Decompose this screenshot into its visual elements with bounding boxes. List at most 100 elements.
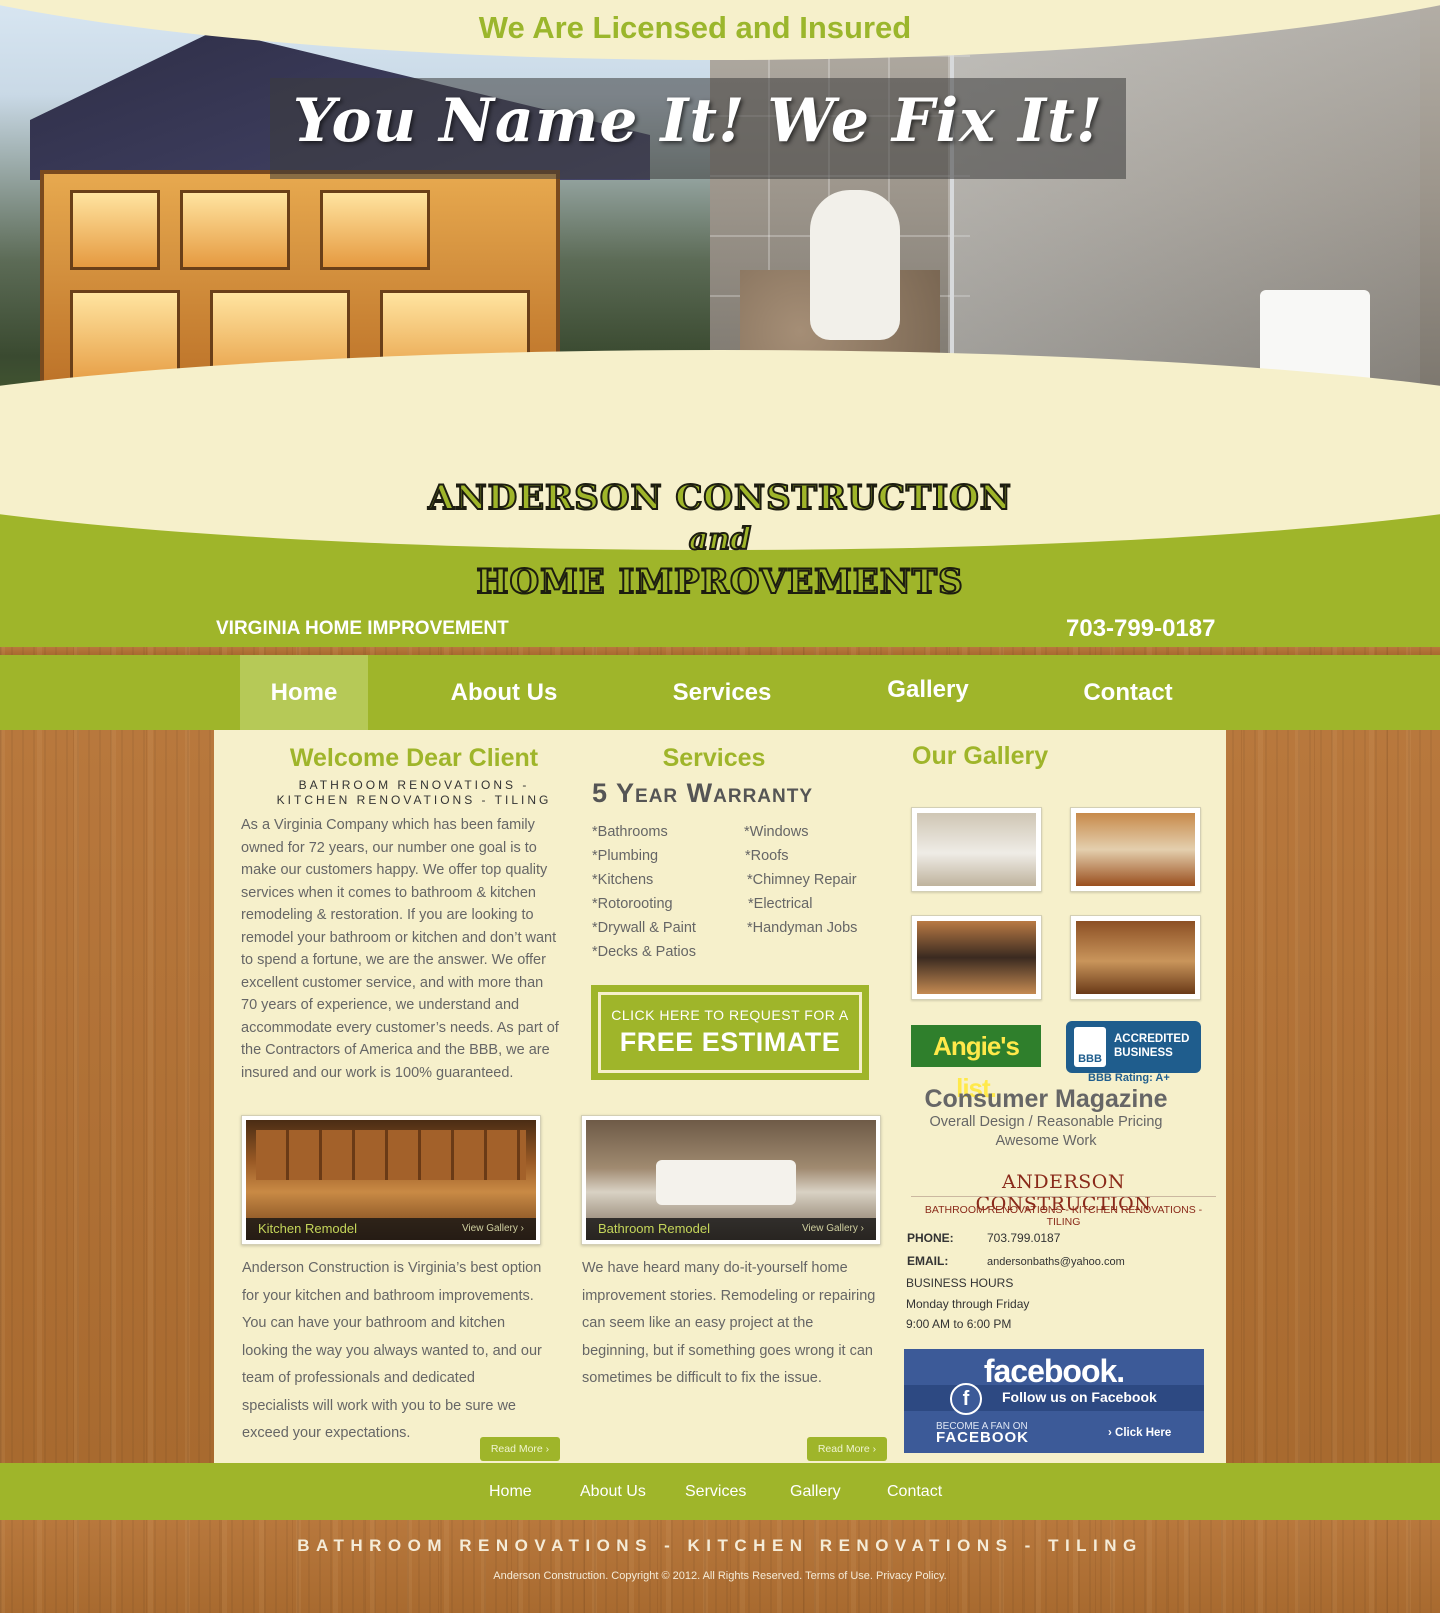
welcome-subtitle-line: KITCHEN RENOVATIONS - TILING — [276, 793, 552, 807]
house-window — [180, 190, 290, 270]
nav-contact[interactable]: Contact — [1060, 655, 1196, 730]
region-label: VIRGINIA HOME IMPROVEMENT — [216, 618, 509, 639]
content-panel: Welcome Dear Client BATHROOM RENOVATIONS… — [214, 730, 1226, 1463]
footer-nav-contact[interactable]: Contact — [887, 1463, 942, 1520]
bbb-text: ACCREDITED BUSINESS — [1114, 1032, 1189, 1060]
wood-divider — [0, 647, 1440, 655]
gallery-thumb-image — [1076, 921, 1195, 994]
free-estimate-frame: CLICK HERE TO REQUEST FOR A FREE ESTIMAT… — [598, 992, 862, 1073]
bathroom-view-gallery-link[interactable]: View Gallery › — [802, 1218, 864, 1240]
gallery-thumb-kitchen-island[interactable] — [1070, 807, 1201, 892]
header: We Are Licensed and Insured You Name It!… — [0, 0, 1440, 650]
service-item: *Handyman Jobs — [747, 920, 858, 936]
kitchen-remodel-text: Anderson Construction is Virginia’s best… — [242, 1260, 542, 1441]
bathroom-read-more-button[interactable]: Read More › — [807, 1437, 887, 1461]
license-headline: We Are Licensed and Insured — [478, 10, 912, 45]
welcome-title: Welcome Dear Client — [289, 744, 539, 772]
services-title: Services — [662, 744, 766, 772]
facebook-click-here[interactable]: › Click Here — [1108, 1427, 1171, 1439]
main-nav: Home About Us Services Gallery Contact — [0, 655, 1440, 730]
facebook-follow-text: Follow us on Facebook — [1002, 1389, 1157, 1405]
bbb-accredited-badge[interactable]: BBB ACCREDITED BUSINESS — [1066, 1021, 1201, 1073]
phone-label: PHONE: — [907, 1231, 954, 1245]
contact-card-divider — [911, 1196, 1216, 1197]
business-hours-days: Monday through Friday — [906, 1297, 1030, 1311]
facebook-follow-banner[interactable]: facebook. f Follow us on Facebook BECOME… — [904, 1349, 1204, 1453]
facebook-become-fan: BECOME A FAN ON FACEBOOK — [936, 1421, 1029, 1445]
service-item: *Drywall & Paint — [592, 920, 696, 936]
contact-phone[interactable]: 703.799.0187 — [987, 1231, 1060, 1245]
header-phone[interactable]: 703-799-0187 — [1066, 615, 1215, 643]
bathroom-remodel-card[interactable]: Bathroom Remodel View Gallery › — [581, 1115, 881, 1245]
angies-list-badge[interactable]: Angie's list. — [911, 1025, 1041, 1103]
gallery-thumb-kitchen-dining[interactable] — [911, 915, 1042, 1000]
bath-toilet — [810, 190, 900, 340]
free-estimate-button[interactable]: CLICK HERE TO REQUEST FOR A FREE ESTIMAT… — [591, 985, 869, 1080]
brand-line-2: and — [688, 521, 752, 558]
consumer-magazine-line: Overall Design / Reasonable Pricing — [929, 1114, 1163, 1130]
bathroom-tub — [656, 1160, 796, 1205]
brand-line-3: HOME IMPROVEMENTS — [475, 561, 964, 603]
hero-tagline: You Name It! We Fix It! — [292, 86, 1104, 156]
footer-tagline: BATHROOM RENOVATIONS - KITCHEN RENOVATIO… — [297, 1536, 1143, 1555]
service-item: *Kitchens — [592, 872, 654, 888]
nav-gallery[interactable]: Gallery — [860, 652, 996, 727]
gallery-thumb-kitchen-cabinets[interactable] — [1070, 915, 1201, 1000]
bathroom-remodel-photo: Bathroom Remodel View Gallery › — [586, 1120, 876, 1240]
business-hours-label: BUSINESS HOURS — [906, 1276, 1014, 1290]
kitchen-remodel-card[interactable]: Kitchen Remodel View Gallery › — [241, 1115, 541, 1245]
service-item: *Roofs — [745, 848, 789, 864]
consumer-magazine-title: Consumer Magazine — [924, 1085, 1168, 1113]
brand-line-1: ANDERSON CONSTRUCTION — [427, 477, 1012, 519]
contact-email-row: EMAIL: andersonbaths@yahoo.com — [907, 1254, 1125, 1268]
nav-home[interactable]: Home — [240, 655, 368, 730]
nav-about-us[interactable]: About Us — [430, 655, 578, 730]
footer: BATHROOM RENOVATIONS - KITCHEN RENOVATIO… — [0, 1520, 1440, 1613]
bbb-line: ACCREDITED — [1114, 1033, 1190, 1045]
house-window — [70, 190, 160, 270]
business-hours-time: 9:00 AM to 6:00 PM — [906, 1317, 1012, 1331]
footer-nav-services[interactable]: Services — [685, 1463, 746, 1520]
warranty-heading: 5 Year Warranty — [592, 778, 814, 808]
bbb-logo-icon: BBB — [1074, 1027, 1106, 1067]
service-item: *Rotorooting — [592, 896, 673, 912]
contact-email[interactable]: andersonbaths@yahoo.com — [987, 1256, 1125, 1268]
service-item: *Bathrooms — [592, 824, 668, 840]
gallery-thumb-image — [917, 813, 1036, 886]
footer-nav-gallery[interactable]: Gallery — [790, 1463, 841, 1520]
service-item: *Electrical — [748, 896, 813, 912]
kitchen-view-gallery-link[interactable]: View Gallery › — [462, 1218, 524, 1240]
nav-services[interactable]: Services — [650, 655, 794, 730]
kitchen-read-more-button[interactable]: Read More › — [480, 1437, 560, 1461]
gallery-thumb-image — [917, 921, 1036, 994]
service-item: *Plumbing — [592, 848, 659, 864]
facebook-brand-text: FACEBOOK — [936, 1429, 1030, 1446]
bathroom-remodel-text: We have heard many do-it-yourself home i… — [582, 1260, 876, 1386]
bbb-rating: BBB Rating: A+ — [1088, 1072, 1170, 1084]
kitchen-remodel-photo: Kitchen Remodel View Gallery › — [246, 1120, 536, 1240]
house-window — [320, 190, 430, 270]
bbb-line: BUSINESS — [1114, 1047, 1173, 1059]
service-item: *Chimney Repair — [747, 872, 857, 888]
consumer-magazine-line: Awesome Work — [995, 1133, 1097, 1149]
gallery-title: Our Gallery — [912, 742, 1049, 770]
footer-nav-about-us[interactable]: About Us — [580, 1463, 646, 1520]
gallery-thumb-image — [1076, 813, 1195, 886]
service-item: *Decks & Patios — [592, 944, 696, 960]
welcome-subtitle: BATHROOM RENOVATIONS - KITCHEN RENOVATIO… — [254, 778, 574, 808]
facebook-icon: f — [950, 1383, 982, 1415]
welcome-subtitle-line: BATHROOM RENOVATIONS - — [298, 778, 530, 792]
contact-card-subtitle: BATHROOM RENOVATIONS - KITCHEN RENOVATIO… — [924, 1204, 1203, 1228]
service-item: *Windows — [744, 824, 809, 840]
footer-nav-home[interactable]: Home — [489, 1463, 532, 1520]
gallery-thumb-bathroom-tub[interactable] — [911, 807, 1042, 892]
email-label: EMAIL: — [907, 1254, 949, 1268]
estimate-label: FREE ESTIMATE — [619, 1027, 841, 1057]
estimate-prompt: CLICK HERE TO REQUEST FOR A — [611, 1007, 849, 1023]
welcome-body: As a Virginia Company which has been fam… — [241, 817, 559, 1081]
contact-phone-row: PHONE: 703.799.0187 — [907, 1231, 1060, 1245]
brand-logo: ANDERSON CONSTRUCTION and HOME IMPROVEME… — [0, 477, 1440, 606]
footer-copyright: Anderson Construction. Copyright © 2012.… — [493, 1570, 947, 1582]
footer-nav: Home About Us Services Gallery Contact — [0, 1463, 1440, 1520]
kitchen-cabinets — [256, 1130, 526, 1180]
